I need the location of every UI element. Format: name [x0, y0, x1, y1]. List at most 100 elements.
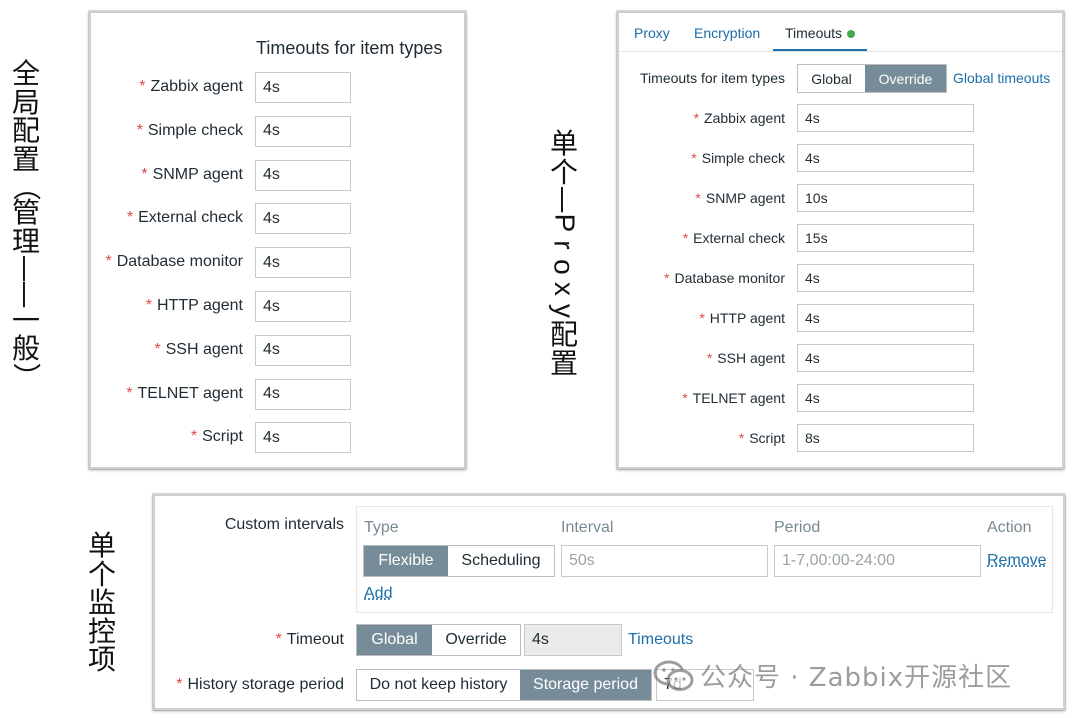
history-storage-label: * History storage period — [155, 676, 344, 694]
tab-timeouts[interactable]: Timeouts — [773, 13, 867, 51]
timeout-input[interactable]: 4s — [255, 378, 351, 410]
field-label-text: Database monitor — [116, 253, 243, 271]
field-label: * Zabbix agent — [619, 110, 785, 126]
required-marker: * — [738, 430, 745, 446]
timeout-input[interactable]: 4s — [797, 384, 974, 412]
required-marker: * — [126, 209, 134, 227]
interval-input[interactable]: 50s — [561, 545, 768, 577]
timeout-input[interactable]: 4s — [255, 422, 351, 454]
required-marker: * — [695, 190, 701, 206]
field-label: * SNMP agent — [619, 190, 785, 206]
interval-type-toggle: Flexible Scheduling — [363, 545, 555, 577]
timeout-input[interactable]: 4s — [255, 247, 351, 279]
proxy-timeout-mode-toggle: Global Override — [797, 64, 947, 93]
field-label: * SNMP agent — [91, 166, 243, 184]
side-label-char: r — [548, 240, 580, 250]
proxy-config-label: 单个 — Pr o x y 配置 — [547, 129, 581, 380]
field-label-text: HTTP agent — [709, 310, 785, 326]
timeout-input[interactable]: 4s — [797, 344, 974, 372]
global-timeouts-link[interactable]: Global timeouts — [953, 70, 1050, 86]
wechat-icon — [653, 660, 694, 691]
timeout-label-text: Timeout — [286, 631, 344, 648]
field-label: * Simple check — [619, 150, 785, 166]
tab-encryption[interactable]: Encryption — [694, 25, 760, 41]
side-label-char: 般 — [12, 332, 41, 366]
timeouts-link[interactable]: Timeouts — [628, 631, 693, 649]
custom-intervals-label: Custom intervals — [224, 516, 344, 533]
add-link[interactable]: Add — [364, 585, 392, 603]
field-label: * Database monitor — [91, 253, 243, 271]
side-label-char: 置 — [550, 346, 579, 380]
timeout-override-option[interactable]: Override — [432, 625, 520, 655]
timeout-mode-toggle: Global Override — [356, 624, 521, 656]
field-label-text: Simple check — [147, 121, 243, 139]
timeout-input: 4s — [524, 624, 622, 656]
required-marker: * — [275, 631, 282, 648]
override-option[interactable]: Override — [865, 65, 946, 92]
side-label-char: — — [547, 185, 581, 214]
timeout-input[interactable]: 4s — [797, 264, 974, 292]
timeout-input[interactable]: 4s — [255, 72, 351, 103]
history-label-text: History storage period — [187, 676, 344, 693]
storage-period-option[interactable]: Storage period — [520, 670, 651, 700]
side-label-char: — — [9, 280, 43, 309]
field-label: * TELNET agent — [91, 385, 243, 403]
timeout-global-option[interactable]: Global — [357, 625, 432, 655]
field-label: * HTTP agent — [619, 310, 785, 326]
field-label-text: TELNET agent — [137, 384, 243, 402]
side-label-char: 全 — [12, 57, 41, 90]
field-label-text: Database monitor — [674, 270, 785, 286]
required-marker: * — [176, 676, 183, 693]
field-label-text: SSH agent — [165, 340, 243, 358]
remove-link[interactable]: Remove — [987, 552, 1047, 570]
field-label: * Script — [619, 430, 785, 446]
required-marker: * — [126, 384, 133, 402]
global-option[interactable]: Global — [798, 65, 865, 92]
timeout-input[interactable]: 4s — [255, 115, 351, 147]
required-marker: * — [664, 270, 670, 286]
timeout-input[interactable]: 4s — [255, 159, 351, 191]
timeout-input[interactable]: 4s — [255, 334, 351, 366]
tab-proxy[interactable]: Proxy — [634, 25, 670, 41]
side-label-char: 项 — [88, 643, 117, 677]
side-label-char: 监 — [88, 586, 117, 620]
timeout-input[interactable]: 4s — [255, 291, 351, 322]
timeout-input[interactable]: 8s — [797, 424, 974, 452]
side-label-char: 单 — [88, 529, 117, 562]
field-label: * External check — [91, 209, 243, 227]
flexible-option[interactable]: Flexible — [364, 546, 448, 576]
watermark: 公众号 · Zabbix开源社区 — [652, 657, 1012, 694]
side-label-char: 置 — [12, 142, 41, 176]
timeout-input[interactable]: 10s — [797, 184, 974, 212]
tab-bar-divider — [619, 51, 1062, 52]
required-marker: * — [154, 340, 161, 358]
side-label-char: 配 — [12, 114, 41, 148]
field-label: * SSH agent — [619, 350, 785, 366]
field-label: * Zabbix agent — [91, 78, 243, 96]
timeout-input[interactable]: 4s — [797, 104, 974, 132]
item-config-label: 单个监控项 — [88, 529, 117, 677]
field-label-text: External check — [138, 209, 243, 227]
field-label: * Simple check — [91, 122, 243, 140]
side-label-char: — — [9, 255, 43, 284]
proxy-timeouts-panel: Proxy Encryption Timeouts Timeouts for i… — [617, 11, 1064, 469]
timeout-label: * Timeout — [155, 631, 344, 649]
period-input[interactable]: 1-7,00:00-24:00 — [774, 545, 981, 577]
col-action-header: Action — [987, 519, 1032, 536]
timeout-input[interactable]: 4s — [797, 144, 974, 172]
side-label-char: P — [548, 213, 580, 233]
required-marker: * — [141, 165, 148, 183]
col-period-header: Period — [774, 519, 821, 536]
timeout-input[interactable]: 15s — [797, 224, 974, 252]
active-status-dot — [847, 30, 855, 38]
do-not-keep-option[interactable]: Do not keep history — [357, 670, 520, 700]
field-label: * SSH agent — [91, 341, 243, 359]
field-label-text: TELNET agent — [692, 390, 785, 406]
scheduling-option[interactable]: Scheduling — [448, 546, 554, 576]
custom-intervals-box: Type Interval Period Action Flexible Sch… — [356, 506, 1053, 613]
required-marker: * — [682, 230, 689, 246]
tab-timeouts-label: Timeouts — [785, 25, 843, 41]
timeout-input[interactable]: 4s — [255, 203, 351, 235]
timeout-input[interactable]: 4s — [797, 304, 974, 332]
side-label-char: 个 — [550, 155, 579, 189]
